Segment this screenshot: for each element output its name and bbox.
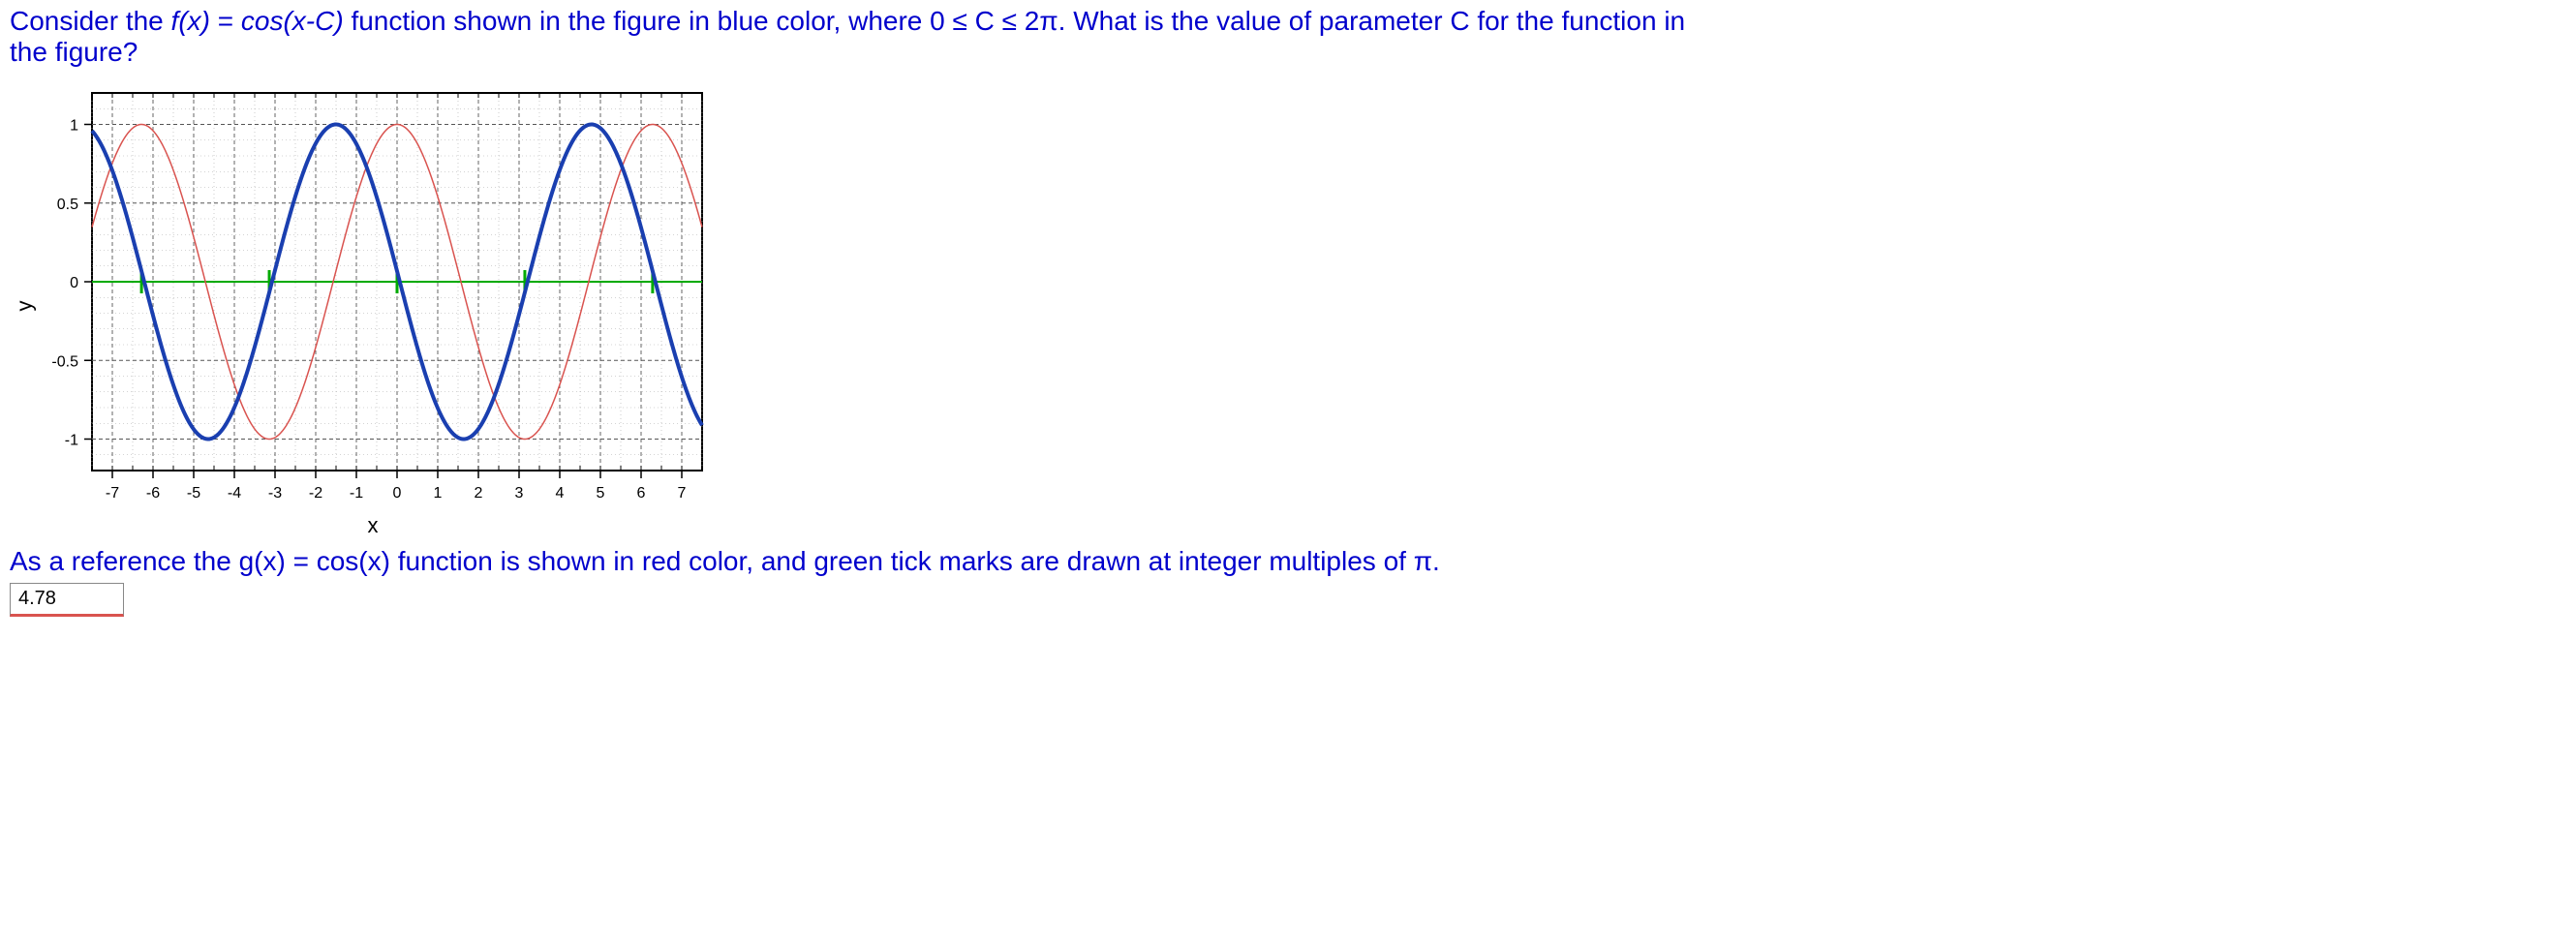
y-axis-label: y	[13, 301, 38, 312]
svg-text:0: 0	[70, 275, 78, 291]
svg-text:-7: -7	[106, 485, 119, 502]
svg-text:3: 3	[515, 485, 524, 502]
svg-text:7: 7	[678, 485, 687, 502]
svg-text:4: 4	[556, 485, 565, 502]
reference-note: As a reference the g(x) = cos(x) functio…	[10, 546, 2566, 577]
answer-input[interactable]: 4.78	[10, 583, 124, 617]
svg-text:1: 1	[70, 118, 78, 135]
svg-text:-0.5: -0.5	[51, 354, 78, 371]
svg-text:-1: -1	[350, 485, 363, 502]
svg-text:0: 0	[393, 485, 402, 502]
svg-text:-4: -4	[228, 485, 241, 502]
chart-container: y -7-6-5-4-3-2-101234567-1-0.500.51 x	[19, 74, 2566, 538]
svg-text:-3: -3	[268, 485, 282, 502]
svg-text:1: 1	[434, 485, 443, 502]
question-text: Consider the f(x) = cos(x-C) function sh…	[10, 6, 2566, 68]
chart-svg: -7 -6 -5 -4 -3 -2 -1 0 1 2 3 4 5 6 7 -1 -0.5 0 0.5 1	[24, 74, 721, 509]
svg-text:5: 5	[597, 485, 605, 502]
x-axis-label: x	[24, 513, 721, 538]
svg-text:2: 2	[475, 485, 483, 502]
svg-text:-5: -5	[187, 485, 200, 502]
svg-text:-6: -6	[146, 485, 160, 502]
svg-text:0.5: 0.5	[57, 197, 78, 213]
svg-text:-2: -2	[309, 485, 322, 502]
svg-text:6: 6	[637, 485, 646, 502]
svg-text:-1: -1	[65, 433, 78, 449]
